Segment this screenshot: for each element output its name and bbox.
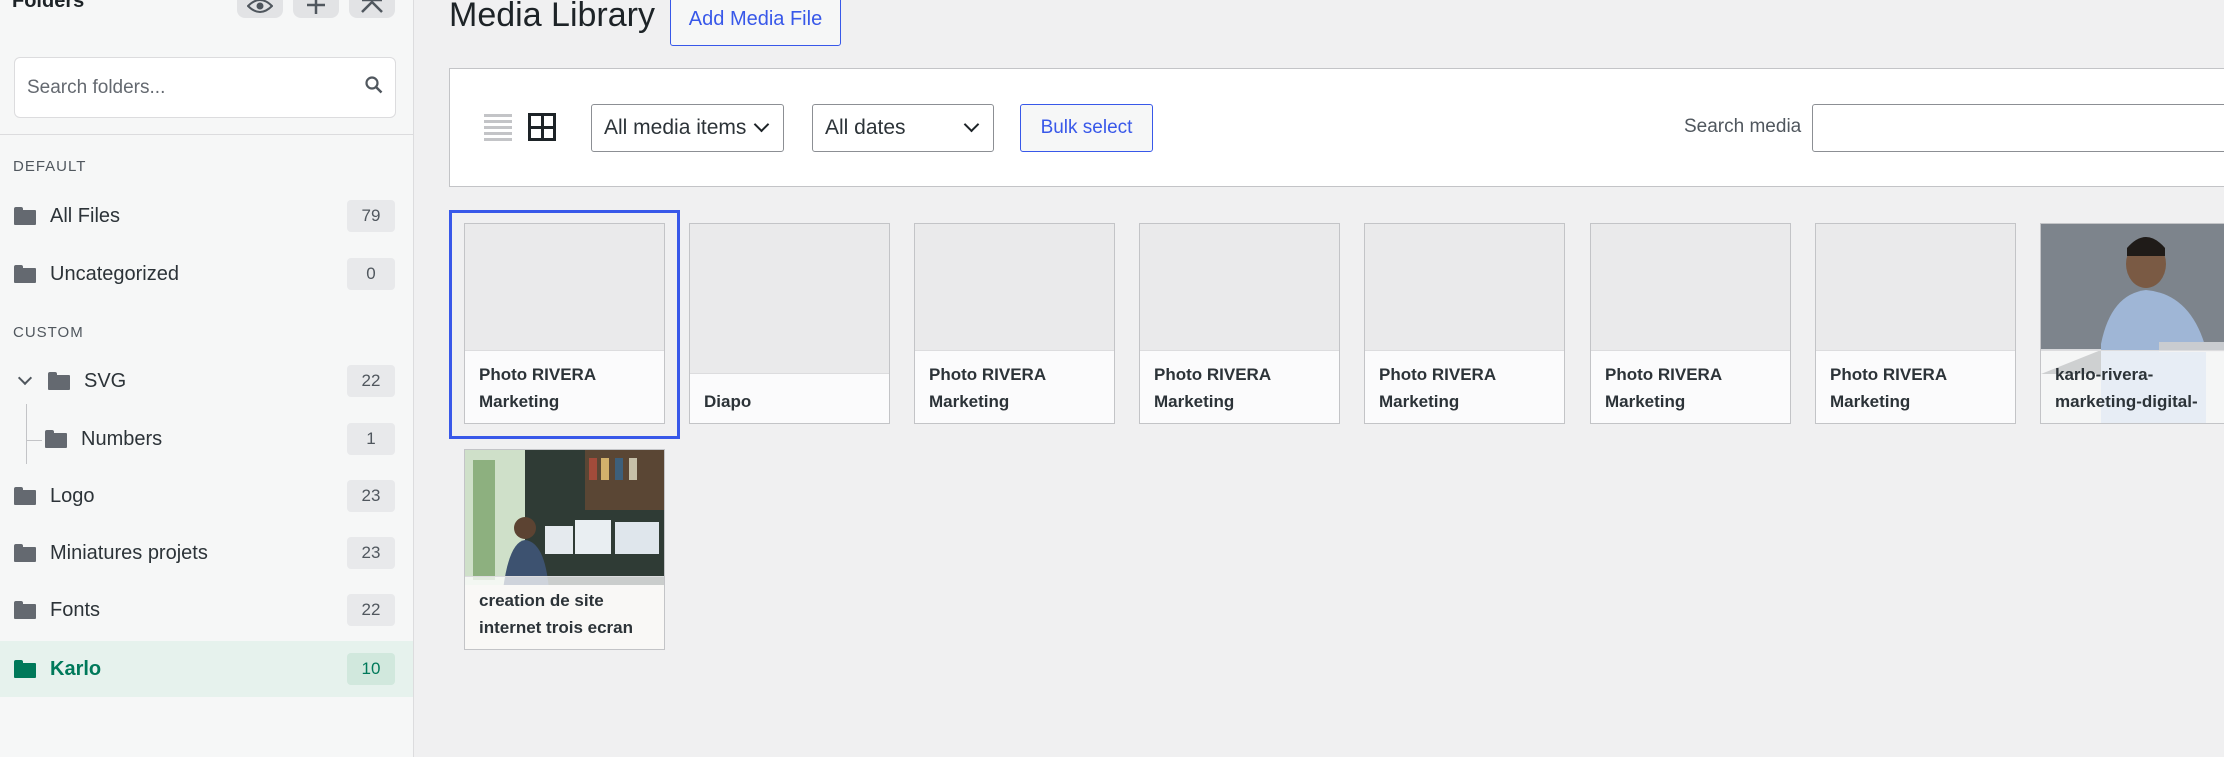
folders-sidebar: Folders DEFAULT All Files 79 Uncategoriz… [0,0,414,757]
folder-numbers[interactable]: Numbers 1 [0,415,413,463]
media-caption: Photo RIVERA Marketing [1591,350,1790,423]
search-media-input[interactable] [1812,104,2224,152]
folder-count: 79 [347,200,395,232]
bulk-select-button[interactable]: Bulk select [1020,104,1153,152]
media-tile[interactable]: Photo RIVERA Marketing [1364,223,1565,424]
media-caption: karlo-rivera-marketing-digital- [2041,350,2224,423]
folder-label: Fonts [50,598,101,621]
folder-count: 23 [347,537,395,569]
chevron-down-icon [753,116,770,133]
folder-count: 22 [347,365,395,397]
collapse-icon[interactable] [349,0,395,18]
media-tile[interactable]: Photo RIVERA Marketing [1139,223,1340,424]
media-tile[interactable]: Photo RIVERA Marketing [464,223,665,424]
date-filter-value: All dates [825,116,906,139]
folder-miniatures-projets[interactable]: Miniatures projets 23 [0,529,413,577]
media-caption: Photo RIVERA Marketing [465,350,664,423]
date-filter[interactable]: All dates [812,104,994,152]
sidebar-header: Folders [0,0,413,30]
folder-icon [14,660,36,678]
sidebar-title: Folders [12,0,85,12]
add-media-button[interactable]: Add Media File [670,0,841,46]
media-caption: Photo RIVERA Marketing [1365,350,1564,423]
folder-fonts[interactable]: Fonts 22 [0,586,413,634]
folder-all-files[interactable]: All Files 79 [0,192,413,240]
folder-count: 0 [347,258,395,290]
folder-search-box [14,57,396,118]
folder-svg[interactable]: SVG 22 [0,357,413,405]
grid-view-icon[interactable] [528,113,556,141]
media-type-filter[interactable]: All media items [591,104,784,152]
folder-icon [14,207,36,225]
media-caption: creation de site internet trois ecran [465,576,664,649]
folder-icon [14,544,36,562]
media-tile[interactable]: Photo RIVERA Marketing [1815,223,2016,424]
folder-label: Miniatures projets [50,541,208,564]
media-toolbar: All media items All dates Bulk select Se… [449,68,2224,187]
folder-icon [48,372,70,390]
media-caption: Diapo [690,373,889,423]
media-tile[interactable]: karlo-rivera-marketing-digital- [2040,223,2224,424]
media-caption: Photo RIVERA Marketing [915,350,1114,423]
chevron-down-icon [963,116,980,133]
folder-label: Logo [50,484,95,507]
folder-label: All Files [50,204,121,227]
search-icon[interactable] [365,75,383,100]
folder-count: 10 [347,653,395,685]
folder-count: 23 [347,480,395,512]
search-media-label: Search media [1684,116,1802,137]
plus-icon[interactable] [293,0,339,18]
media-tile[interactable]: Photo RIVERA Marketing [914,223,1115,424]
media-tile[interactable]: creation de site internet trois ecran [464,449,665,650]
folder-icon [14,601,36,619]
media-tile[interactable]: Photo RIVERA Marketing [1590,223,1791,424]
media-caption: Photo RIVERA Marketing [1140,350,1339,423]
folder-logo[interactable]: Logo 23 [0,472,413,520]
chevron-down-icon[interactable] [17,370,33,386]
section-label-default: DEFAULT [13,158,87,175]
media-tile[interactable]: Diapo [689,223,890,424]
media-caption: Photo RIVERA Marketing [1816,350,2015,423]
folder-label: Karlo [50,657,102,680]
media-type-filter-value: All media items [604,116,747,139]
section-label-custom: CUSTOM [13,324,84,341]
folder-count: 22 [347,594,395,626]
page-title: Media Library [449,0,655,34]
folder-search-input[interactable] [27,76,365,99]
folder-icon [14,265,36,283]
folder-count: 1 [347,423,395,455]
sidebar-divider [0,134,414,135]
list-view-icon[interactable] [484,114,512,142]
folder-label: Uncategorized [50,262,179,285]
folder-icon [45,430,67,448]
eye-icon[interactable] [237,0,283,18]
sidebar-actions [237,0,395,18]
folder-label: SVG [84,369,127,392]
folder-karlo[interactable]: Karlo 10 [0,641,413,697]
folder-uncategorized[interactable]: Uncategorized 0 [0,250,413,298]
folder-icon [14,487,36,505]
folder-label: Numbers [81,427,163,450]
